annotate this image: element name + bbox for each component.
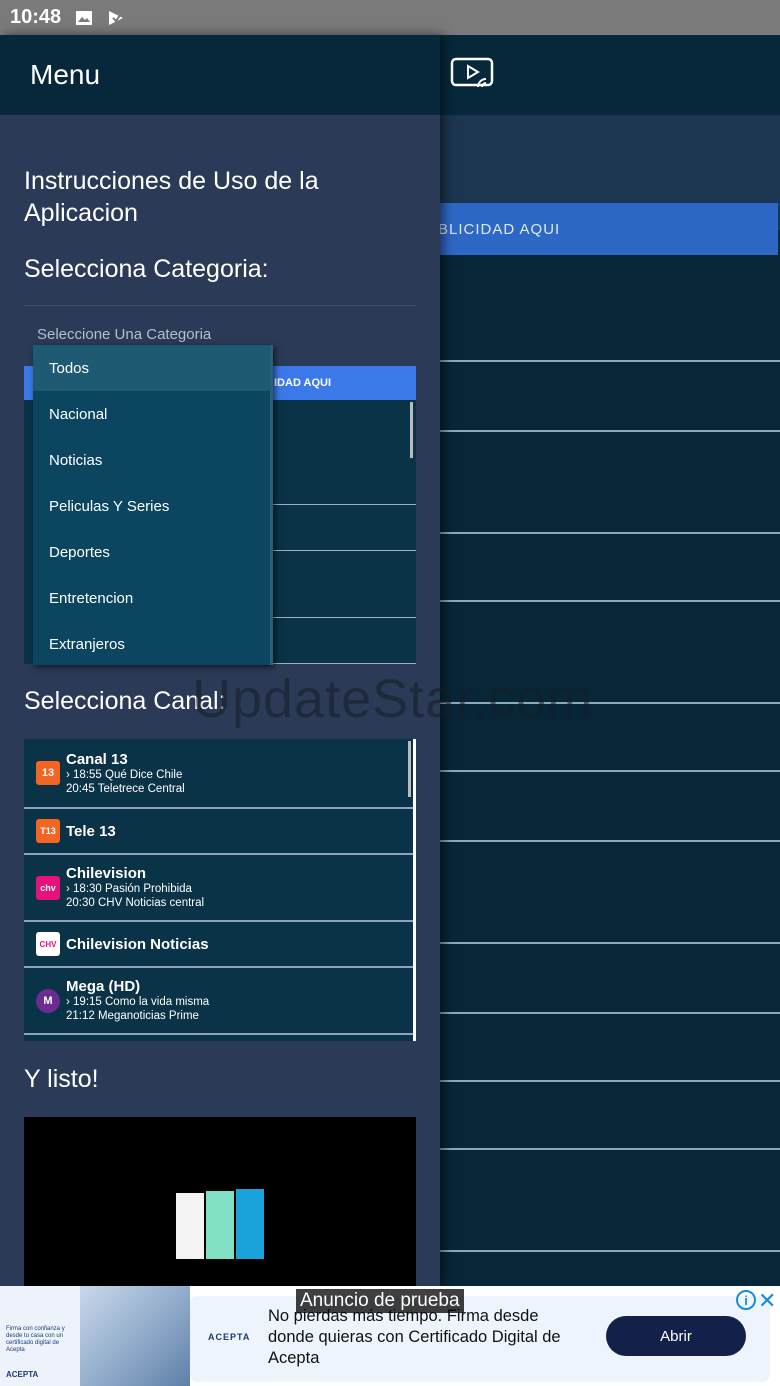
program-now: 18:30 Pasión Prohibida — [73, 883, 192, 895]
channel-row[interactable]: T13 Tele 13 — [24, 809, 413, 855]
channel-name: Tele 13 — [66, 822, 116, 840]
category-option[interactable]: Noticias — [33, 437, 270, 483]
category-option[interactable]: Peliculas Y Series — [33, 483, 270, 529]
divider — [440, 600, 780, 602]
done-title: Y listo! — [24, 1065, 99, 1093]
category-dropdown[interactable]: Todos Nacional Noticias Peliculas Y Seri… — [33, 345, 273, 665]
program-next: 20:45 Teletrece Central — [66, 782, 185, 795]
drawer-title: Menu — [0, 35, 440, 115]
category-option[interactable]: Deportes — [33, 529, 270, 575]
close-icon[interactable]: ✕ — [758, 1288, 776, 1314]
divider — [440, 840, 780, 842]
ad-thumb-brand: ACEPTA — [6, 1370, 39, 1379]
ad-open-button[interactable]: Abrir — [606, 1316, 746, 1356]
navigation-drawer: Menu Instrucciones de Uso de la Aplicaci… — [0, 35, 440, 1286]
channel-name: Mega (HD) — [66, 978, 141, 995]
divider — [440, 1012, 780, 1014]
program-next: 21:12 Meganoticias Prime — [66, 1010, 199, 1022]
color-bar — [176, 1193, 204, 1259]
chevron-right-icon: › — [66, 768, 74, 781]
program-now: 19:15 Como la vida misma — [73, 996, 210, 1008]
scrollbar — [410, 402, 413, 458]
color-bar — [206, 1191, 234, 1259]
divider — [264, 617, 416, 618]
acepta-logo: ACEPTA — [208, 1332, 251, 1342]
chevron-right-icon: › — [66, 996, 74, 1008]
category-option[interactable]: Todos — [33, 345, 270, 391]
category-section-title: Selecciona Categoria: — [24, 255, 269, 283]
category-option[interactable]: Extranjeros — [33, 621, 270, 665]
divider — [440, 1080, 780, 1082]
category-option[interactable]: Nacional — [33, 391, 270, 437]
divider — [264, 504, 416, 505]
instructions-title: Instrucciones de Uso de la Aplicacion — [24, 167, 319, 227]
channel-row[interactable]: chv Chilevision › 18:30 Pasión Prohibida… — [24, 855, 413, 922]
divider — [440, 1148, 780, 1150]
divider — [440, 360, 780, 362]
cast-icon[interactable] — [450, 57, 496, 89]
divider — [440, 770, 780, 772]
canal13-logo: 13 — [36, 761, 60, 785]
color-bar — [236, 1189, 264, 1259]
divider — [264, 663, 416, 664]
chevron-right-icon: › — [66, 883, 74, 895]
divider — [440, 942, 780, 944]
divider — [264, 550, 416, 551]
image-icon — [76, 10, 93, 25]
play-store-icon — [109, 10, 124, 25]
ad-test-label: Anuncio de prueba — [296, 1289, 464, 1313]
channel-name: Chilevision — [66, 865, 147, 882]
divider — [440, 532, 780, 534]
watermark: UpdateStar.com — [192, 669, 594, 729]
mega-logo: M — [36, 988, 60, 1013]
channel-row[interactable]: M Mega (HD) › 19:15 Como la vida misma 2… — [24, 968, 413, 1035]
channel-list: 13 Canal 13 › 18:55 Qué Dice Chile 20:45… — [24, 739, 416, 1041]
scrollbar — [408, 741, 411, 797]
divider — [440, 430, 780, 432]
ad-photo — [80, 1286, 190, 1386]
tele13-logo: T13 — [36, 819, 60, 843]
background-ad-banner[interactable]: BLICIDAD AQUI — [420, 203, 778, 255]
category-option[interactable]: Entretencion — [33, 575, 270, 621]
channel-name: Chilevision Noticias — [66, 935, 209, 953]
status-time: 10:48 — [10, 6, 62, 28]
chv-noticias-logo: CHV — [36, 932, 60, 956]
ad-thumb-text: Firma con confianza y desde tu casa con … — [6, 1326, 65, 1353]
program-next: 20:30 CHV Noticias central — [66, 897, 205, 909]
channel-row[interactable]: 13 Canal 13 › 18:55 Qué Dice Chile 20:45… — [24, 739, 413, 809]
channel-row[interactable]: CHV Chilevision Noticias — [24, 922, 413, 968]
program-now: 18:55 Qué Dice Chile — [73, 768, 183, 781]
category-select-placeholder[interactable]: Seleccione Una Categoria — [37, 326, 211, 343]
status-bar: 10:48 — [0, 0, 780, 35]
divider — [440, 1250, 780, 1252]
channel-name: Canal 13 — [66, 750, 128, 768]
chilevision-logo: chv — [36, 875, 60, 900]
ad-text: No pierdas más tiempo. Firma desde donde… — [268, 1307, 561, 1367]
info-icon[interactable]: i — [736, 1290, 756, 1310]
video-player[interactable] — [24, 1117, 416, 1286]
